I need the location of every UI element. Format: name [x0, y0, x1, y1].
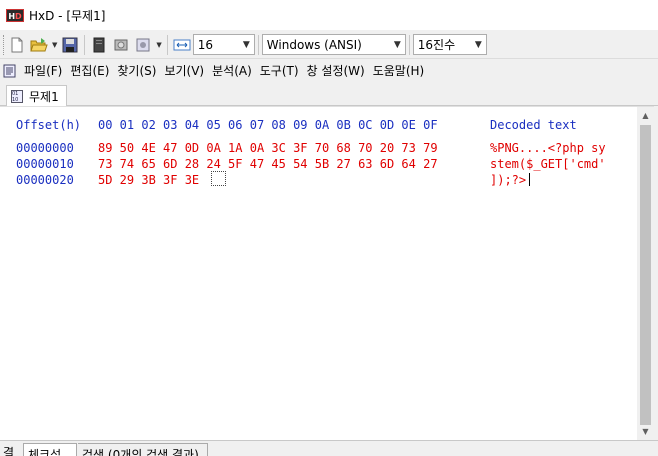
chevron-down-icon[interactable]: ▼ [239, 35, 254, 54]
title-bar: HD HxD - [무제1] [0, 0, 658, 30]
toolbar-separator [84, 34, 86, 55]
row-hex-bytes[interactable]: 73 74 65 6D 28 24 5F 47 45 54 5B 27 63 6… [98, 157, 438, 171]
document-menu-icon[interactable] [0, 60, 20, 82]
document-tab-strip: 01 10 무제1 [0, 83, 658, 107]
tools-icon[interactable] [132, 34, 154, 56]
window-border [654, 106, 658, 440]
open-folder-icon[interactable] [28, 34, 50, 56]
charset-value: Windows (ANSI) [266, 37, 362, 52]
text-caret [529, 173, 530, 186]
tools-dropdown-icon[interactable]: ▼ [156, 41, 161, 49]
tab-label: 무제1 [29, 90, 59, 104]
bytes-per-row-icon [171, 34, 193, 56]
disk-editor-icon[interactable] [88, 34, 110, 56]
row-hex-bytes[interactable]: 5D 29 3B 3F 3E [98, 173, 199, 187]
tab-checksum[interactable]: 체크섬 [23, 443, 77, 456]
results-label: 결 [3, 446, 15, 456]
scroll-down-icon[interactable]: ▼ [637, 423, 654, 440]
vertical-scrollbar[interactable]: ▲ ▼ [637, 107, 654, 440]
open-dropdown-icon[interactable]: ▼ [52, 41, 57, 49]
ram-editor-icon[interactable] [110, 34, 132, 56]
menu-view[interactable]: 보기(V) [160, 61, 208, 81]
row-decoded-text[interactable]: ]);?> [490, 173, 526, 187]
menu-help[interactable]: 도움말(H) [369, 61, 429, 81]
hex-editor[interactable]: Offset(h) 00 01 02 03 04 05 06 07 08 09 … [0, 106, 658, 440]
menu-bar: 파일(F) 편집(E) 찾기(S) 보기(V) 분석(A) 도구(T) 창 설정… [0, 60, 658, 82]
toolbar-separator [166, 34, 168, 55]
hex-document-icon: 01 10 [11, 90, 23, 103]
save-icon[interactable] [59, 34, 81, 56]
bytes-per-row-select[interactable]: 16 ▼ [192, 34, 255, 55]
row-offset: 00000000 [16, 141, 74, 155]
tab-search-results[interactable]: 검색 (0개의 검색 결과) [78, 443, 208, 456]
results-panel: 결 체크섬 검색 (0개의 검색 결과) [0, 440, 658, 456]
scrollbar-thumb[interactable] [640, 125, 651, 425]
row-decoded-text[interactable]: stem($_GET['cmd' [490, 157, 606, 171]
bytes-per-row-value: 16 [197, 37, 214, 52]
column-header: 00 01 02 03 04 05 06 07 08 09 0A 0B 0C 0… [98, 118, 438, 132]
menu-search[interactable]: 찾기(S) [113, 61, 160, 81]
toolbar-separator [408, 34, 410, 55]
menu-file[interactable]: 파일(F) [20, 61, 66, 81]
row-offset: 00000010 [16, 157, 74, 171]
menu-edit[interactable]: 편집(E) [66, 61, 113, 81]
tab-untitled1[interactable]: 01 10 무제1 [6, 85, 67, 107]
charset-select[interactable]: Windows (ANSI) ▼ [261, 34, 406, 55]
menu-tools[interactable]: 도구(T) [256, 61, 303, 81]
new-file-icon[interactable] [6, 34, 28, 56]
row-offset: 00000020 [16, 173, 74, 187]
decoded-text-header: Decoded text [490, 118, 577, 132]
menu-analysis[interactable]: 분석(A) [208, 61, 256, 81]
chevron-down-icon[interactable]: ▼ [471, 35, 486, 54]
toolbar-separator [257, 34, 259, 55]
window-title: HxD - [무제1] [29, 8, 106, 23]
offset-header: Offset(h) [16, 118, 82, 132]
chevron-down-icon[interactable]: ▼ [390, 35, 405, 54]
menu-window[interactable]: 창 설정(W) [303, 61, 369, 81]
hxd-app-icon: HD [6, 8, 24, 22]
offset-base-select[interactable]: 16진수 ▼ [412, 34, 487, 55]
toolbar: ▼ ▼ 16 ▼ Windows (ANSI) ▼ 16진수 ▼ [0, 31, 658, 59]
row-hex-bytes[interactable]: 89 50 4E 47 0D 0A 1A 0A 3C 3F 70 68 70 2… [98, 141, 438, 155]
hex-cursor [211, 171, 226, 186]
scroll-up-icon[interactable]: ▲ [637, 107, 654, 124]
offset-base-value: 16진수 [417, 38, 456, 52]
row-decoded-text[interactable]: %PNG....<?php sy [490, 141, 606, 155]
